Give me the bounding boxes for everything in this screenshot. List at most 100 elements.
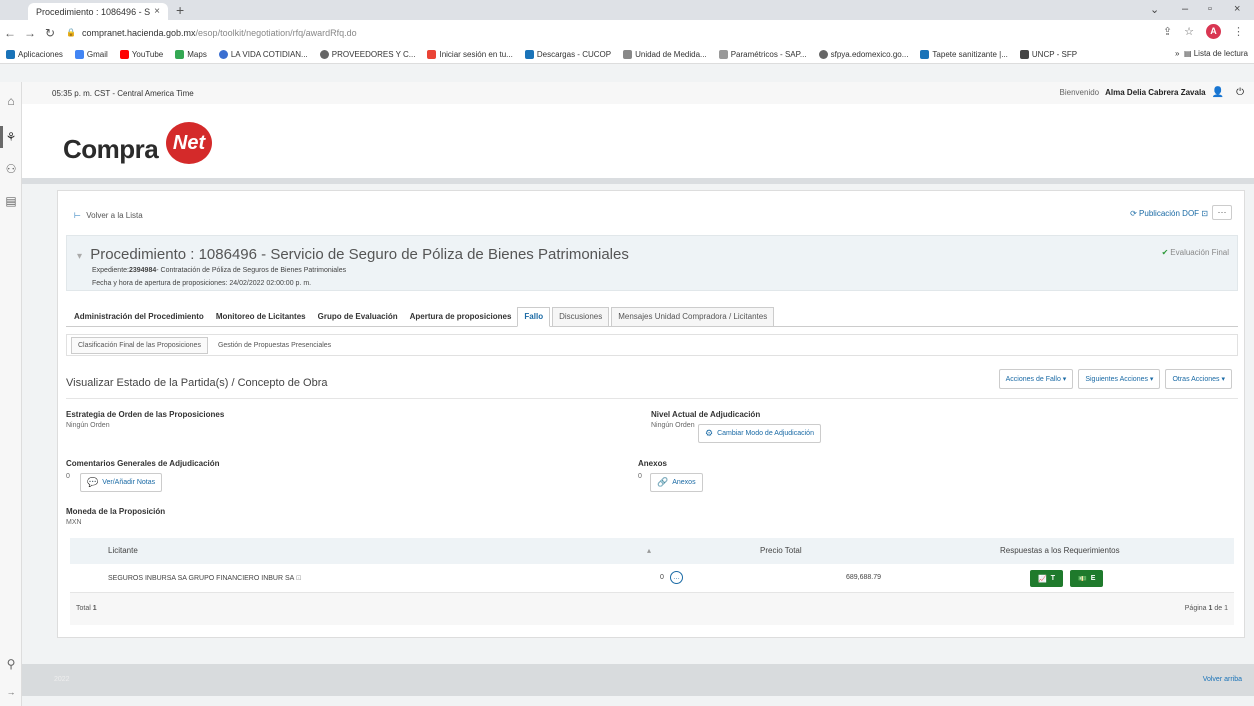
dof-publication-link[interactable]: ⟳ Publicación DOF ⊡ — [1130, 209, 1208, 218]
calendar-icon — [524, 49, 534, 59]
globe-icon — [218, 49, 228, 59]
bookmark-item[interactable]: Paramétricos - SAP... — [718, 49, 807, 59]
siguientes-acciones-button[interactable]: Siguientes Acciones ▾ — [1078, 369, 1161, 389]
search-icon[interactable]: ⚲ — [4, 657, 18, 671]
bookmark-item[interactable]: Maps — [175, 49, 207, 59]
strategy-label: Estrategia de Orden de las Proposiciones — [66, 410, 225, 419]
microsoft-icon — [427, 49, 437, 59]
site-icon — [920, 49, 930, 59]
logo-banner: Compra Net — [22, 104, 1254, 184]
col-total[interactable]: Precio Total — [760, 546, 802, 555]
section-title: Visualizar Estado de la Partida(s) / Con… — [66, 377, 328, 389]
money-icon: 💵 — [1078, 575, 1087, 583]
table-header: Licitante ▴ Precio Total Respuestas a lo… — [70, 538, 1234, 564]
more-options-button[interactable]: ··· — [1212, 205, 1232, 220]
bookmark-item[interactable]: LA VIDA COTIDIAN... — [218, 49, 308, 59]
comment-icon: 💬 — [87, 477, 99, 487]
bookmarks-bar: Aplicaciones Gmail YouTube Maps LA VIDA … — [0, 45, 1254, 64]
share-icon[interactable]: ⇪ — [1163, 25, 1172, 38]
browser-tab[interactable]: Procedimiento : 1086496 - Servi × — [28, 3, 168, 20]
annex-button[interactable]: 🔗 Anexos — [650, 473, 703, 492]
bidder-name[interactable]: SEGUROS INBURSA SA GRUPO FINANCIERO INBU… — [108, 574, 302, 582]
menu-dots-icon[interactable]: ⋮ — [1233, 25, 1244, 38]
tab-mensajes[interactable]: Mensajes Unidad Compradora / Licitantes — [611, 307, 775, 326]
expand-arrow-icon[interactable]: → — [4, 687, 18, 697]
acciones-fallo-button[interactable]: Acciones de Fallo ▾ — [998, 369, 1074, 389]
star-icon[interactable]: ☆ — [1184, 25, 1194, 38]
sort-icon[interactable]: ▴ — [647, 546, 651, 555]
action-buttons: Acciones de Fallo ▾ Siguientes Acciones … — [998, 369, 1232, 389]
handshake-icon[interactable]: ⚘ — [4, 130, 18, 144]
technical-response-button[interactable]: 📈 T — [1030, 570, 1063, 587]
chat-icon[interactable]: … — [670, 571, 683, 584]
back-arrow-icon[interactable]: ← — [0, 26, 20, 40]
tab-search-icon[interactable]: ⌄ — [1150, 3, 1159, 16]
strategy-value: Ningún Orden — [66, 422, 110, 429]
reload-icon[interactable]: ↻ — [40, 26, 60, 40]
forward-arrow-icon[interactable]: → — [20, 26, 40, 40]
close-window-button[interactable]: × — [1234, 3, 1240, 15]
tab-fallo[interactable]: Fallo — [517, 307, 551, 327]
bookmark-item[interactable]: Descargas - CUCOP — [524, 49, 611, 59]
tab-administracion[interactable]: Administración del Procedimiento — [68, 312, 210, 326]
footer-year: 2022 — [54, 676, 70, 683]
url-path: /esop/toolkit/negotiation/rfq/awardRfq.d… — [195, 27, 357, 38]
procedure-tabs: Administración del Procedimiento Monitor… — [66, 306, 1238, 327]
bookmark-item[interactable]: Unidad de Medida... — [623, 49, 707, 59]
bookmark-item[interactable]: Gmail — [74, 49, 108, 59]
people-icon[interactable]: ⚇ — [4, 162, 18, 176]
new-tab-button[interactable]: + — [176, 2, 184, 18]
restore-button[interactable]: ▫ — [1208, 3, 1212, 15]
collapse-icon[interactable]: ▾ — [77, 251, 82, 262]
col-responses: Respuestas a los Requerimientos — [1000, 546, 1120, 555]
site-icon — [1019, 49, 1029, 59]
bookmark-item[interactable]: PROVEEDORES Y C... — [319, 49, 415, 59]
user-icon[interactable]: 👤 — [1212, 87, 1224, 98]
view-notes-button[interactable]: 💬 Ver/Añadir Notas — [80, 473, 163, 492]
otras-acciones-button[interactable]: Otras Acciones ▾ — [1165, 369, 1232, 389]
globe-icon — [319, 49, 329, 59]
lock-icon: 🔒 — [66, 28, 76, 37]
tab-grupo-evaluacion[interactable]: Grupo de Evaluación — [312, 312, 404, 326]
annex-label: Anexos — [638, 459, 667, 468]
home-icon[interactable]: ⌂ — [4, 94, 18, 108]
change-mode-button[interactable]: ⚙ Cambiar Modo de Adjudicación — [698, 424, 821, 443]
back-to-top-link[interactable]: Volver arriba — [1203, 676, 1242, 683]
minimize-button[interactable]: – — [1182, 3, 1188, 15]
bookmark-item[interactable]: sfpya.edomexico.go... — [818, 49, 908, 59]
annex-count: 0 — [638, 473, 642, 480]
subtab-clasificacion[interactable]: Clasificación Final de las Proposiciones — [71, 336, 208, 354]
logo-text: Compra — [63, 134, 159, 164]
tab-close-icon[interactable]: × — [154, 6, 160, 17]
expediente-line: Expediente:2394984- Contratación de Póli… — [92, 267, 347, 274]
procedure-title[interactable]: ▾ Procedimiento : 1086496 - Servicio de … — [77, 246, 629, 263]
back-to-list-link[interactable]: ⊢ Volver a la Lista — [74, 211, 143, 220]
url-field[interactable]: 🔒 compranet.hacienda.gob.mx /esop/toolki… — [66, 28, 1254, 38]
publish-icon: ⟳ — [1130, 209, 1137, 218]
bookmark-item[interactable]: Iniciar sesión en tu... — [427, 49, 513, 59]
tab-monitoreo[interactable]: Monitoreo de Licitantes — [210, 312, 312, 326]
bookmark-item[interactable]: YouTube — [119, 49, 163, 59]
apps-grid-icon — [6, 49, 15, 59]
reading-list[interactable]: » ▤ Lista de lectura — [1169, 49, 1248, 58]
document-icon[interactable]: ▤ — [4, 194, 18, 208]
bookmark-item[interactable]: UNCP - SFP — [1019, 49, 1077, 59]
maps-icon — [175, 49, 185, 59]
level-label: Nivel Actual de Adjudicación — [651, 410, 761, 419]
power-icon[interactable]: ⏻ — [1236, 87, 1244, 98]
col-bidder[interactable]: Licitante — [108, 546, 138, 555]
economic-response-button[interactable]: 💵 E — [1070, 570, 1104, 587]
tab-apertura[interactable]: Apertura de proposiciones — [404, 312, 518, 326]
message-count: 0 — [660, 574, 664, 581]
total-count: Total 1 — [76, 605, 97, 612]
bookmark-item[interactable]: Tapete sanitizante |... — [920, 49, 1008, 59]
check-icon: ✔ — [1161, 248, 1169, 257]
table-row: SEGUROS INBURSA SA GRUPO FINANCIERO INBU… — [70, 564, 1234, 593]
profile-avatar[interactable]: A — [1206, 24, 1221, 39]
tab-discusiones[interactable]: Discusiones — [552, 307, 610, 326]
subtab-gestion[interactable]: Gestión de Propuestas Presenciales — [212, 338, 337, 353]
currency-label: Moneda de la Proposición — [66, 507, 166, 516]
active-indicator — [0, 126, 3, 148]
sub-tabs: Clasificación Final de las Proposiciones… — [66, 334, 1238, 356]
bookmark-apps[interactable]: Aplicaciones — [6, 49, 63, 59]
